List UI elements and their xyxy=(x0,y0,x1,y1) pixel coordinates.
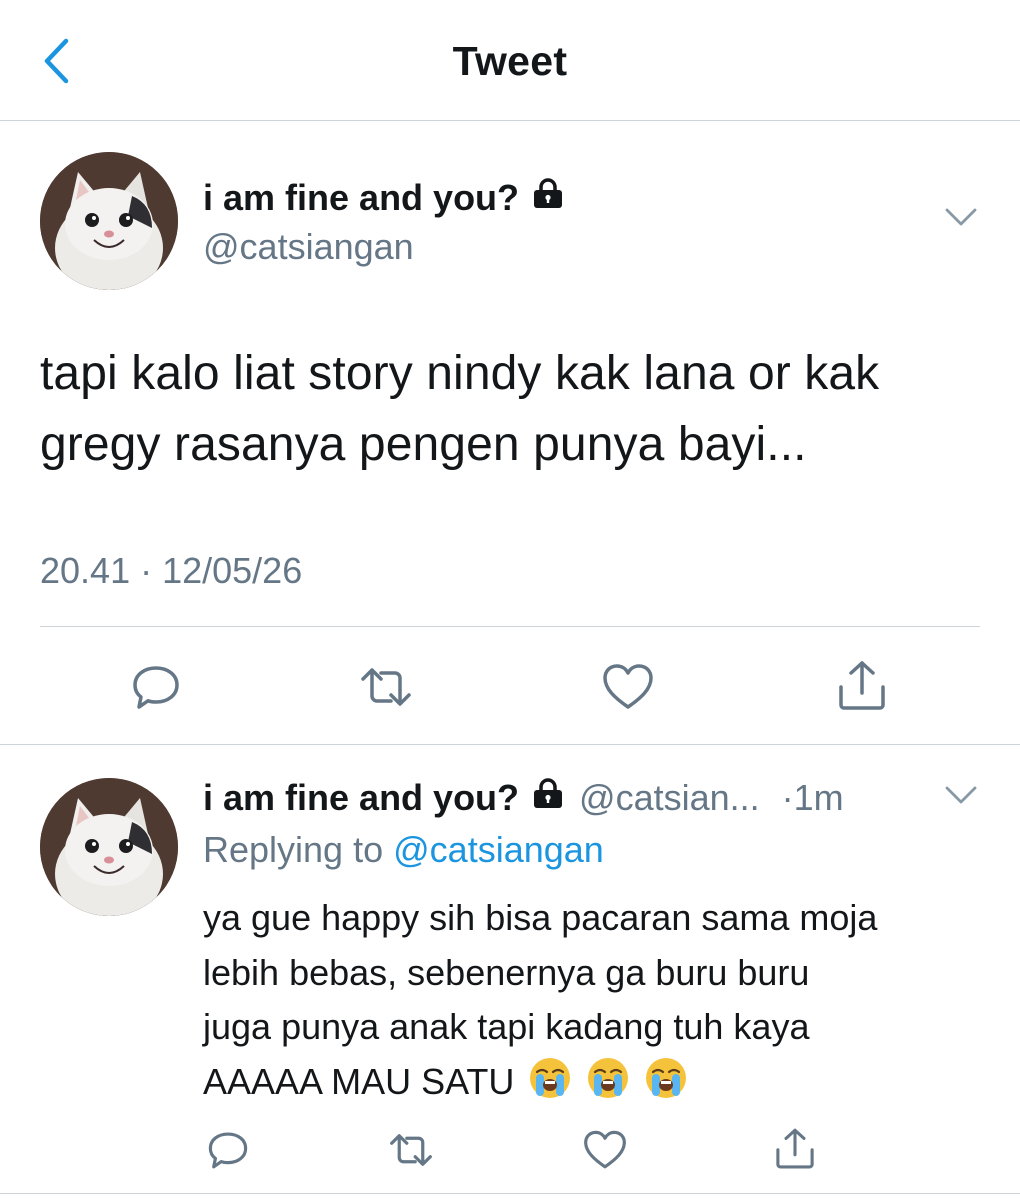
reply-text-line-last: AAAAA MAU SATU xyxy=(203,1055,993,1116)
reply-button[interactable] xyxy=(128,659,184,715)
retweet-button[interactable] xyxy=(386,1127,436,1173)
retweet-button[interactable] xyxy=(358,659,414,715)
top-bar: Tweet xyxy=(0,0,1020,121)
reply-avatar[interactable] xyxy=(40,778,178,916)
retweet-icon xyxy=(390,1134,432,1166)
like-button[interactable] xyxy=(598,659,658,715)
tweet-actions xyxy=(0,655,1020,715)
replying-to-link[interactable]: @catsiangan xyxy=(393,829,604,870)
lock-icon xyxy=(531,176,565,219)
page-title: Tweet xyxy=(452,38,568,84)
loudly-crying-face-emoji xyxy=(528,1056,572,1116)
share-button[interactable] xyxy=(770,1125,820,1173)
reply-options-button[interactable] xyxy=(944,784,978,811)
reply-text-line: juga punya anak tapi kadang tuh kaya xyxy=(203,1006,810,1048)
reply-actions xyxy=(0,1125,1020,1175)
tweet-text: tapi kalo liat story nindy kak lana or k… xyxy=(40,347,880,472)
share-icon xyxy=(839,661,885,710)
tweet-timestamp: 20.41 · 12/05/26 xyxy=(40,550,303,591)
divider xyxy=(40,626,980,627)
like-icon xyxy=(603,664,653,709)
reply-author-name[interactable]: i am fine and you? xyxy=(203,777,519,819)
avatar[interactable] xyxy=(40,152,178,290)
author-name-row: i am fine and you? xyxy=(203,176,565,219)
reply-text-line: lebih bebas, sebenernya ga buru buru xyxy=(203,951,810,993)
like-icon xyxy=(584,1130,626,1169)
reply-time: ·1m xyxy=(781,776,844,818)
reply-icon xyxy=(208,1132,248,1169)
reply-text: ya gue happy sih bisa pacaran sama moja … xyxy=(203,891,993,1116)
loudly-crying-face-emoji xyxy=(586,1056,630,1116)
loudly-crying-face-emoji xyxy=(644,1056,688,1116)
reply-button[interactable] xyxy=(204,1127,252,1173)
author-name[interactable]: i am fine and you? xyxy=(203,177,519,219)
reply-text-line: ya gue happy sih bisa pacaran sama moja xyxy=(203,897,878,938)
author-handle[interactable]: @catsiangan xyxy=(203,226,414,268)
reply-author-handle[interactable]: @catsian... xyxy=(579,777,760,819)
reply-text-line: AAAAA MAU SATU xyxy=(203,1061,515,1103)
share-button[interactable] xyxy=(832,657,892,715)
chevron-down-icon xyxy=(945,208,977,226)
retweet-icon xyxy=(361,668,411,706)
replying-to: Replying to @catsiangan xyxy=(203,829,604,871)
lock-icon xyxy=(531,776,565,819)
divider xyxy=(0,744,1020,745)
reply-header: i am fine and you? @catsian... ·1m xyxy=(203,776,844,819)
like-button[interactable] xyxy=(580,1127,630,1173)
chevron-down-icon xyxy=(945,786,977,804)
share-icon xyxy=(776,1128,814,1169)
reply-icon xyxy=(133,666,179,709)
replying-to-label: Replying to xyxy=(203,829,384,870)
tweet-options-button[interactable] xyxy=(944,206,978,233)
divider xyxy=(0,1193,1020,1194)
